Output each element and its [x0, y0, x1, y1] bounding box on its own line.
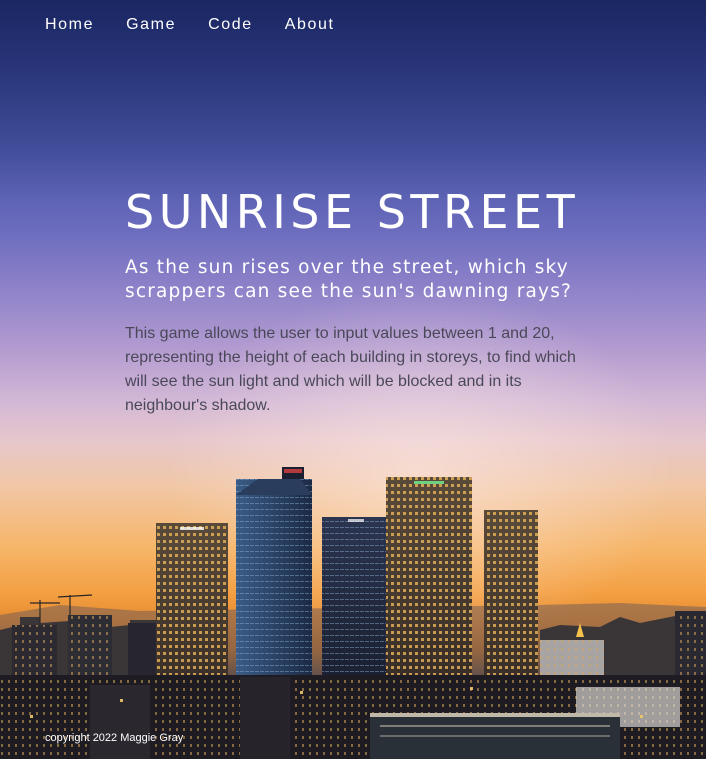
nav-code-link[interactable]: Code	[208, 16, 253, 34]
nav-game-link[interactable]: Game	[126, 16, 176, 34]
hero-section: SUNRISE STREET As the sun rises over the…	[125, 186, 595, 418]
page-subtitle: As the sun rises over the street, which …	[125, 257, 573, 302]
main-nav: Home Game Code About	[45, 16, 335, 34]
page-title: SUNRISE STREET	[125, 185, 580, 239]
nav-about-link[interactable]: About	[285, 16, 335, 34]
game-description: This game allows the user to input value…	[125, 325, 576, 414]
nav-home-link[interactable]: Home	[45, 16, 94, 34]
copyright-footer: copyright 2022 Maggie Gray	[45, 732, 184, 744]
city-skyline-image	[0, 467, 706, 759]
